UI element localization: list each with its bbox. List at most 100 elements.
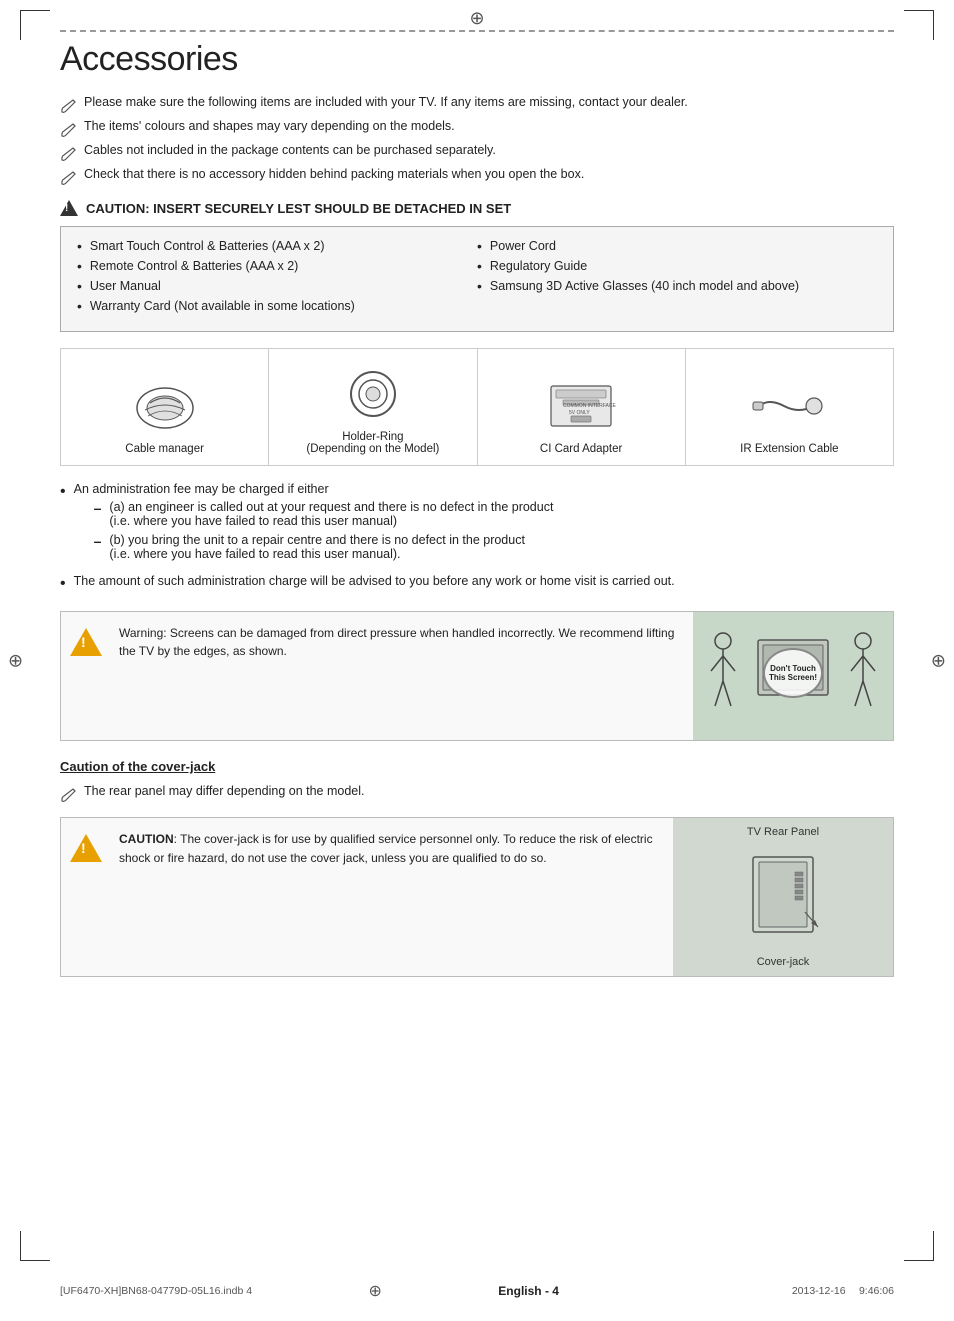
note-text-3: Cables not included in the package conte… bbox=[84, 143, 496, 157]
body-bullet-text-2: The amount of such administration charge… bbox=[74, 574, 675, 588]
caution-header: CAUTION: INSERT SECURELY LEST SHOULD BE … bbox=[60, 200, 894, 216]
corner-tl bbox=[20, 10, 50, 40]
ir-cable-img bbox=[749, 375, 829, 435]
illus-label-4: IR Extension Cable bbox=[740, 443, 838, 455]
dont-touch-line2: This Screen! bbox=[769, 673, 817, 682]
pencil-icon-4 bbox=[60, 168, 78, 186]
acc-label-r1: Power Cord bbox=[490, 239, 556, 253]
svg-text:5V ONLY: 5V ONLY bbox=[569, 410, 590, 416]
bullet-r3: • bbox=[477, 279, 482, 293]
section-title: Caution of the cover-jack bbox=[60, 759, 894, 774]
sub-dash-item-1: – (a) an engineer is called out at your … bbox=[94, 500, 554, 528]
acc-item-1: • Smart Touch Control & Batteries (AAA x… bbox=[77, 239, 477, 253]
note-text-2: The items' colours and shapes may vary d… bbox=[84, 119, 455, 133]
tv-rear-label: TV Rear Panel bbox=[747, 826, 819, 838]
page-title: Accessories bbox=[60, 40, 894, 79]
footer-center-icon: ⊕ bbox=[368, 1281, 381, 1301]
footer-left: [UF6470-XH]BN68-04779D-05L16.indb 4 bbox=[60, 1285, 252, 1297]
warning-img-col: Don't Touch This Screen! bbox=[693, 612, 893, 740]
dash-2: – bbox=[94, 533, 102, 549]
note-item-3: Cables not included in the package conte… bbox=[60, 143, 894, 162]
footer-right: 2013-12-16 9:46:06 bbox=[792, 1285, 894, 1297]
bullet-r2: • bbox=[477, 259, 482, 273]
holder-ring-img bbox=[338, 363, 408, 423]
cover-jack-section: Caution of the cover-jack The rear panel… bbox=[60, 759, 894, 977]
accessories-right-col: • Power Cord • Regulatory Guide • Samsun… bbox=[477, 239, 877, 319]
corner-tr bbox=[904, 10, 934, 40]
pencil-icon-5 bbox=[60, 785, 78, 803]
cover-jack-note: The rear panel may differ depending on t… bbox=[60, 784, 894, 803]
illus-ci-card: COMMON INTERFACE 5V ONLY CI Card Adapter bbox=[478, 349, 686, 465]
top-center-icon: ⊕ bbox=[469, 8, 484, 29]
acc-label-r2: Regulatory Guide bbox=[490, 259, 587, 273]
warning-text: Warning: Screens can be damaged from dir… bbox=[119, 626, 674, 658]
bullet-3: • bbox=[77, 279, 82, 293]
illus-label-3: CI Card Adapter bbox=[540, 443, 622, 455]
pencil-icon-3 bbox=[60, 144, 78, 162]
footer: [UF6470-XH]BN68-04779D-05L16.indb 4 ⊕ En… bbox=[0, 1281, 954, 1301]
accessories-left-col: • Smart Touch Control & Batteries (AAA x… bbox=[77, 239, 477, 319]
cover-jack-label: Cover-jack bbox=[757, 956, 810, 968]
acc-label-3: User Manual bbox=[90, 279, 161, 293]
body-bullet-dot-1: • bbox=[60, 482, 66, 501]
note-text-4: Check that there is no accessory hidden … bbox=[84, 167, 584, 181]
acc-item-4: • Warranty Card (Not available in some l… bbox=[77, 299, 477, 313]
acc-label-1: Smart Touch Control & Batteries (AAA x 2… bbox=[90, 239, 325, 253]
acc-item-r2: • Regulatory Guide bbox=[477, 259, 877, 273]
dont-touch-line1: Don't Touch bbox=[770, 664, 816, 673]
sub-dash-text-1: (a) an engineer is called out at your re… bbox=[109, 500, 553, 528]
acc-label-2: Remote Control & Batteries (AAA x 2) bbox=[90, 259, 298, 273]
illus-holder-ring: Holder-Ring (Depending on the Model) bbox=[269, 349, 477, 465]
tv-lift-scene: Don't Touch This Screen! bbox=[693, 612, 893, 740]
acc-label-4: Warranty Card (Not available in some loc… bbox=[90, 299, 355, 313]
body-bullet-1: • An administration fee may be charged i… bbox=[60, 482, 894, 566]
side-icon-left: ⊕ bbox=[8, 650, 23, 671]
bullet-4: • bbox=[77, 299, 82, 313]
body-content: • An administration fee may be charged i… bbox=[60, 482, 894, 593]
sub-dash-list: – (a) an engineer is called out at your … bbox=[94, 500, 554, 561]
acc-item-2: • Remote Control & Batteries (AAA x 2) bbox=[77, 259, 477, 273]
svg-text:COMMON INTERFACE: COMMON INTERFACE bbox=[563, 403, 616, 409]
bullet-2: • bbox=[77, 259, 82, 273]
accessories-box: • Smart Touch Control & Batteries (AAA x… bbox=[60, 226, 894, 332]
caution-body-text: : The cover-jack is for use by qualified… bbox=[119, 832, 653, 865]
caution-icon-col bbox=[61, 818, 111, 976]
illus-ir-cable: IR Extension Cable bbox=[686, 349, 893, 465]
bullet-1: • bbox=[77, 239, 82, 253]
sub-dash-item-2: – (b) you bring the unit to a repair cen… bbox=[94, 533, 554, 561]
side-icon-right: ⊕ bbox=[931, 650, 946, 671]
note-item-4: Check that there is no accessory hidden … bbox=[60, 167, 894, 186]
illus-label-2: Holder-Ring (Depending on the Model) bbox=[306, 431, 439, 455]
warning-box: Warning: Screens can be damaged from dir… bbox=[60, 611, 894, 741]
body-bullet-text-1: An administration fee may be charged if … bbox=[74, 482, 554, 566]
caution-tv-col: TV Rear Panel Cover-jack bbox=[673, 818, 893, 976]
illus-cable-manager: Cable manager bbox=[61, 349, 269, 465]
note-text-1: Please make sure the following items are… bbox=[84, 95, 688, 109]
illustrations-row: Cable manager Holder-Ring (Depending on … bbox=[60, 348, 894, 466]
illus-label-1: Cable manager bbox=[125, 443, 204, 455]
caution-bold-text: CAUTION bbox=[119, 832, 174, 846]
pencil-icon-2 bbox=[60, 120, 78, 138]
acc-item-r1: • Power Cord bbox=[477, 239, 877, 253]
cable-manager-img bbox=[130, 375, 200, 435]
warning-icon-col bbox=[61, 612, 111, 740]
note-item-2: The items' colours and shapes may vary d… bbox=[60, 119, 894, 138]
dont-touch-badge: Don't Touch This Screen! bbox=[763, 648, 823, 698]
caution-header-text: CAUTION: INSERT SECURELY LEST SHOULD BE … bbox=[86, 201, 511, 216]
sub-dash-text-2: (b) you bring the unit to a repair centr… bbox=[109, 533, 525, 561]
body-bullet-dot-2: • bbox=[60, 574, 66, 593]
warning-text-col: Warning: Screens can be damaged from dir… bbox=[111, 612, 693, 740]
notes-section: Please make sure the following items are… bbox=[60, 95, 894, 186]
acc-label-r3: Samsung 3D Active Glasses (40 inch model… bbox=[490, 279, 799, 293]
warning-triangle-icon bbox=[70, 628, 102, 656]
dashed-divider bbox=[60, 30, 894, 32]
pencil-icon-1 bbox=[60, 96, 78, 114]
acc-item-r3: • Samsung 3D Active Glasses (40 inch mod… bbox=[477, 279, 877, 293]
ci-card-img: COMMON INTERFACE 5V ONLY bbox=[541, 375, 621, 435]
body-bullet-2: • The amount of such administration char… bbox=[60, 574, 894, 593]
caution-triangle-icon bbox=[60, 200, 78, 216]
note-item-1: Please make sure the following items are… bbox=[60, 95, 894, 114]
caution-box: CAUTION: The cover-jack is for use by qu… bbox=[60, 817, 894, 977]
caution-text-col: CAUTION: The cover-jack is for use by qu… bbox=[111, 818, 673, 976]
dash-1: – bbox=[94, 500, 102, 516]
